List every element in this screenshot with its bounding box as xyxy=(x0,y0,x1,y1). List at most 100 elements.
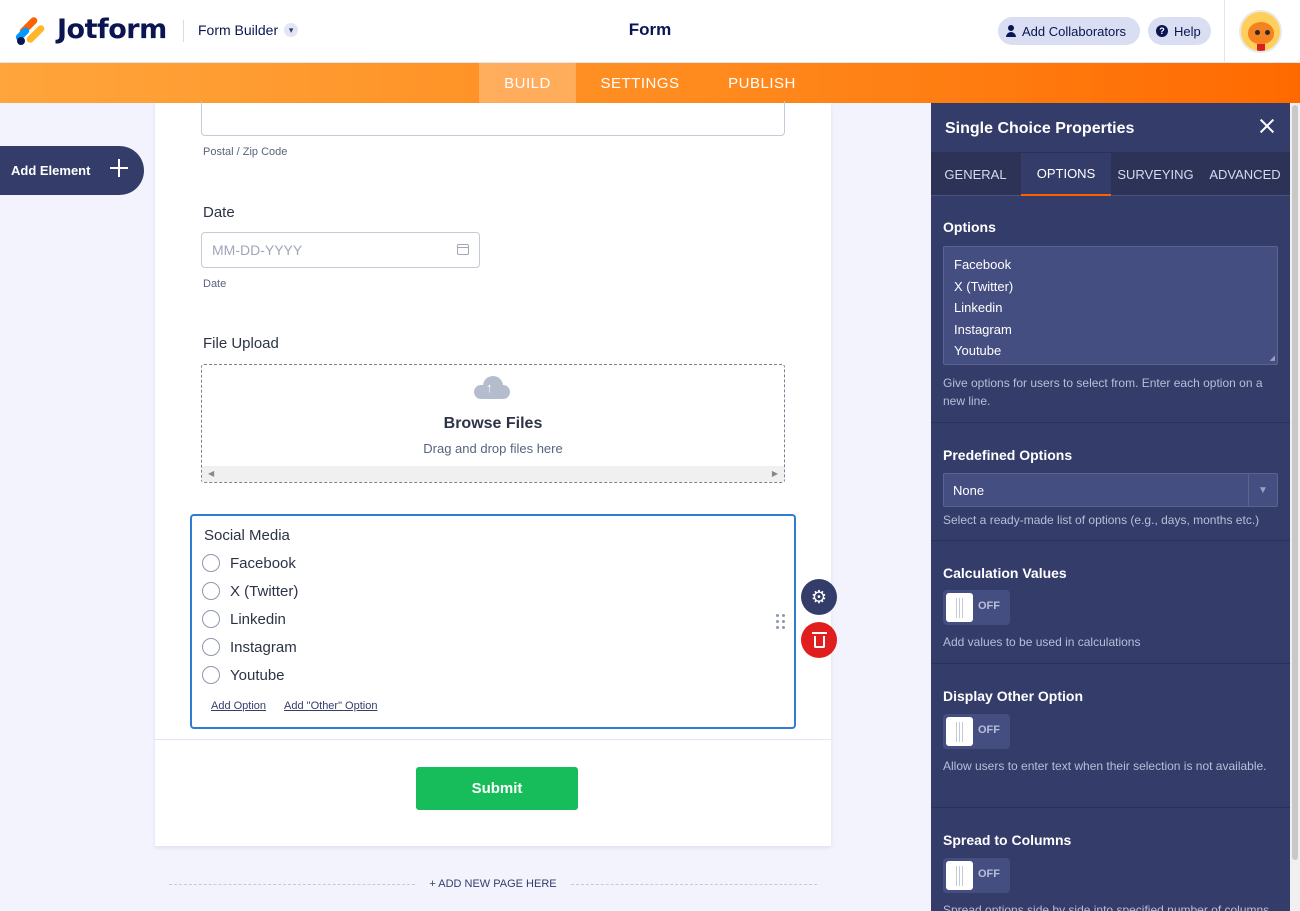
panel-title: Single Choice Properties xyxy=(945,120,1135,137)
option-line: Facebook xyxy=(954,257,1012,272)
scroll-left-icon[interactable]: ◀ xyxy=(208,469,214,478)
add-option-link[interactable]: Add Option xyxy=(211,700,266,712)
delete-field-button[interactable] xyxy=(801,622,837,658)
date-input[interactable]: MM-DD-YYYY xyxy=(201,232,480,268)
file-upload-label: File Upload xyxy=(203,335,279,352)
form-title[interactable]: Form xyxy=(600,20,700,40)
option-line: Instagram xyxy=(954,321,1012,337)
options-title: Options xyxy=(943,219,996,235)
help-label: Help xyxy=(1174,23,1201,39)
toggle-knob xyxy=(946,861,973,890)
scroll-right-icon[interactable]: ▶ xyxy=(772,469,778,478)
calculation-description: Add values to be used in calculations xyxy=(943,635,1141,649)
tab-general[interactable]: GENERAL xyxy=(931,153,1020,196)
other-option-description: Allow users to enter text when their sel… xyxy=(943,759,1267,773)
account-area xyxy=(1224,0,1300,63)
radio-option[interactable]: Youtube xyxy=(202,666,285,684)
plus-icon xyxy=(110,159,128,177)
options-description: Give options for users to select from. E… xyxy=(943,376,1263,408)
spread-toggle[interactable]: OFF xyxy=(943,858,1010,893)
jotform-logo[interactable]: Jotform xyxy=(14,14,167,45)
add-collaborators-button[interactable]: Add Collaborators xyxy=(998,17,1140,45)
date-placeholder: MM-DD-YYYY xyxy=(212,242,303,258)
top-header: Jotform Form Builder ▾ Form Add Collabor… xyxy=(0,0,1300,63)
field-settings-button[interactable]: ⚙ xyxy=(801,579,837,615)
predefined-description: Select a ready-made list of options (e.g… xyxy=(943,513,1260,527)
social-media-title: Social Media xyxy=(204,527,290,544)
zip-sublabel: Postal / Zip Code xyxy=(203,146,288,158)
radio-option[interactable]: X (Twitter) xyxy=(202,582,298,600)
radio-label: Linkedin xyxy=(230,610,286,628)
form-builder-label: Form Builder xyxy=(198,22,279,38)
option-line: Linkedin xyxy=(954,300,1003,315)
scrollbar-thumb[interactable] xyxy=(1292,105,1298,860)
options-textarea[interactable]: Facebook X (Twitter) Linkedin Instagram … xyxy=(943,246,1278,365)
upload-scrollbar[interactable]: ◀ ▶ xyxy=(202,466,784,482)
drag-handle-icon[interactable] xyxy=(776,614,786,630)
tab-publish[interactable]: PUBLISH xyxy=(715,63,809,103)
drag-drop-hint: Drag and drop files here xyxy=(423,441,563,456)
avatar[interactable] xyxy=(1239,10,1282,53)
builder-nav: BUILD SETTINGS PUBLISH xyxy=(0,63,1300,103)
tab-surveying[interactable]: SURVEYING xyxy=(1111,153,1200,196)
option-line: X (Twitter) xyxy=(954,278,1014,294)
jotform-logo-icon xyxy=(14,15,46,45)
add-other-option-link[interactable]: Add "Other" Option xyxy=(284,700,377,712)
file-upload-dropzone[interactable]: ↑ Browse Files Drag and drop files here … xyxy=(201,364,785,483)
predefined-title: Predefined Options xyxy=(943,447,1073,463)
panel-scrollbar[interactable] xyxy=(1290,103,1300,911)
radio-option[interactable]: Instagram xyxy=(202,638,297,656)
calculation-toggle[interactable]: OFF xyxy=(943,590,1010,625)
radio-circle[interactable] xyxy=(202,610,220,628)
spread-title: Spread to Columns xyxy=(943,832,1072,848)
radio-label: Facebook xyxy=(230,554,296,572)
radio-option[interactable]: Linkedin xyxy=(202,610,286,628)
radio-circle[interactable] xyxy=(202,582,220,600)
toggle-state: OFF xyxy=(978,724,1000,736)
radio-circle[interactable] xyxy=(202,554,220,572)
add-element-button[interactable]: Add Element xyxy=(0,146,144,195)
social-media-field[interactable]: Social Media Facebook X (Twitter) Linked… xyxy=(190,514,796,729)
tab-settings[interactable]: SETTINGS xyxy=(586,63,694,103)
form-builder-dropdown[interactable]: Form Builder ▾ xyxy=(198,22,299,38)
brand-name: Jotform xyxy=(57,14,167,45)
calendar-icon[interactable] xyxy=(457,244,469,255)
header-divider xyxy=(183,20,184,42)
toggle-knob xyxy=(946,593,973,622)
spread-description: Spread options side by side into specifi… xyxy=(943,903,1273,911)
toggle-state: OFF xyxy=(978,868,1000,880)
cloud-upload-icon: ↑ xyxy=(474,375,510,399)
resize-handle-icon[interactable]: ◢ xyxy=(1270,354,1275,362)
tab-options[interactable]: OPTIONS xyxy=(1021,153,1111,196)
close-icon[interactable] xyxy=(1260,119,1274,133)
form-canvas: Postal / Zip Code Date MM-DD-YYYY Date F… xyxy=(155,101,831,846)
tab-build[interactable]: BUILD xyxy=(479,63,576,103)
add-element-label: Add Element xyxy=(11,163,91,178)
other-option-toggle[interactable]: OFF xyxy=(943,714,1010,749)
predefined-select[interactable]: None ▼ xyxy=(943,473,1278,507)
toggle-knob xyxy=(946,717,973,746)
radio-label: Youtube xyxy=(230,666,285,684)
zip-code-input[interactable] xyxy=(201,101,785,136)
radio-option[interactable]: Facebook xyxy=(202,554,296,572)
chevron-down-icon: ▼ xyxy=(1248,474,1277,506)
form-divider xyxy=(155,739,831,740)
trash-icon xyxy=(811,632,827,648)
tab-advanced[interactable]: ADVANCED xyxy=(1200,153,1290,196)
submit-button[interactable]: Submit xyxy=(416,767,578,810)
user-icon xyxy=(1006,25,1016,37)
question-icon: ? xyxy=(1156,25,1168,37)
radio-label: X (Twitter) xyxy=(230,582,299,600)
date-label: Date xyxy=(203,204,235,221)
radio-circle[interactable] xyxy=(202,666,220,684)
gear-icon: ⚙ xyxy=(810,586,828,607)
properties-panel: Single Choice Properties GENERAL OPTIONS… xyxy=(931,103,1290,911)
other-option-title: Display Other Option xyxy=(943,688,1084,704)
help-button[interactable]: ? Help xyxy=(1148,17,1211,45)
add-new-page-link[interactable]: + ADD NEW PAGE HERE xyxy=(155,876,831,892)
radio-circle[interactable] xyxy=(202,638,220,656)
browse-files-label: Browse Files xyxy=(443,415,543,432)
toggle-state: OFF xyxy=(978,600,1000,612)
chevron-down-icon: ▾ xyxy=(284,23,299,37)
calculation-title: Calculation Values xyxy=(943,565,1067,581)
